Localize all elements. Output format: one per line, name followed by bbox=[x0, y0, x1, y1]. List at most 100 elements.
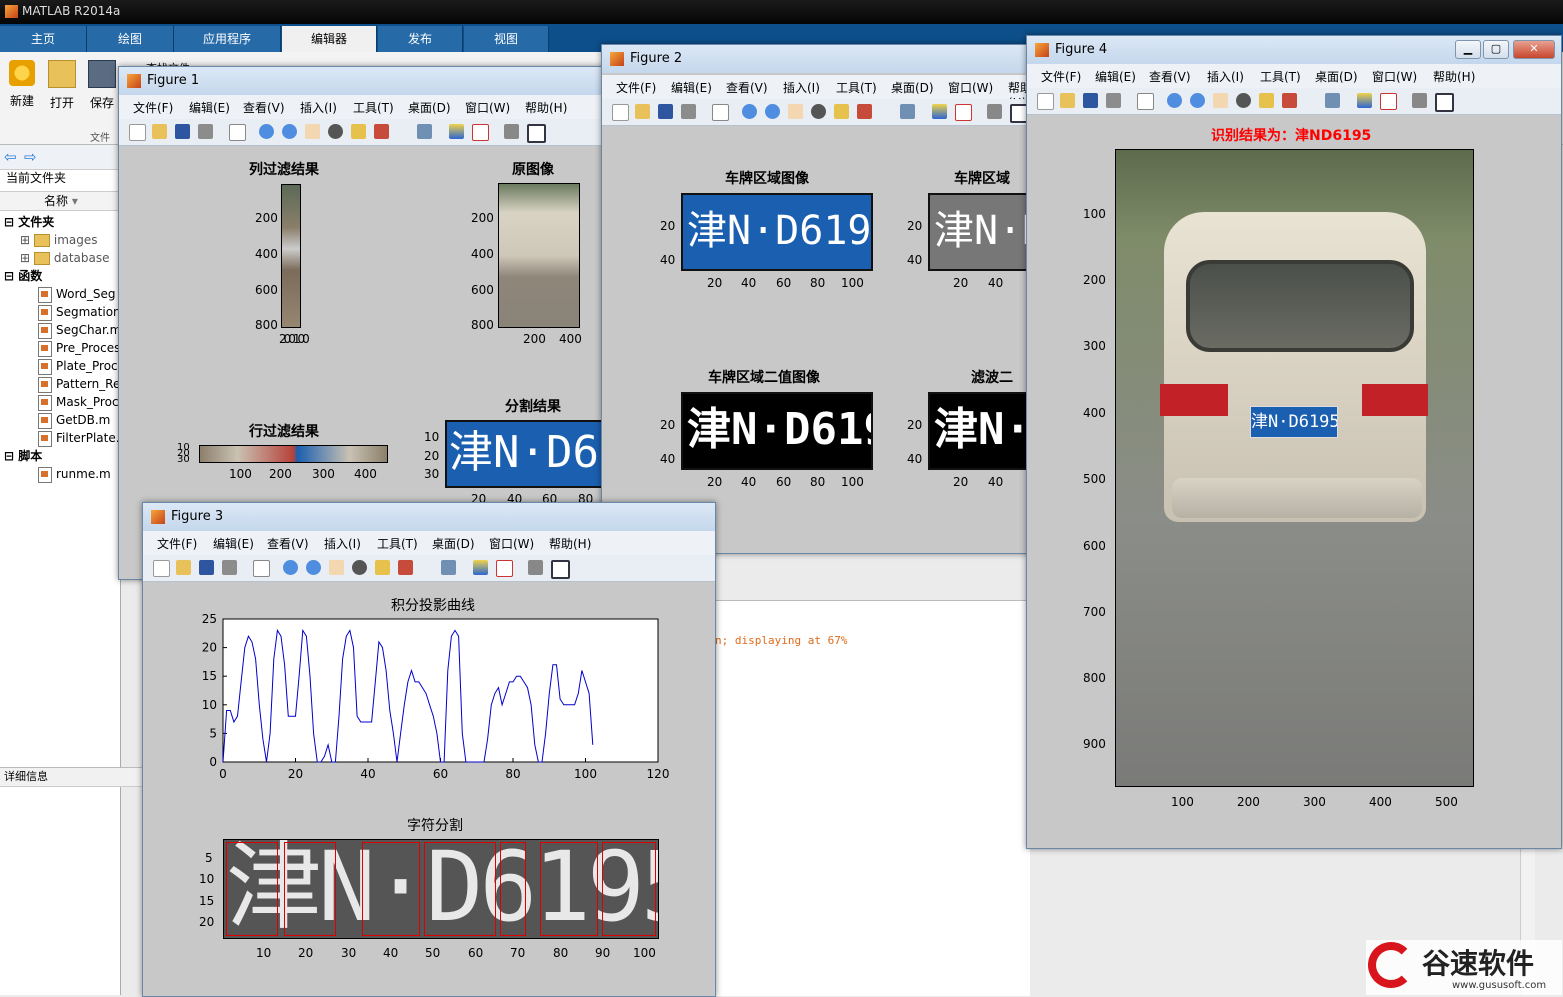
hide-tools-icon[interactable] bbox=[504, 124, 519, 139]
data-cursor-icon[interactable] bbox=[375, 560, 390, 575]
plate-binary-image[interactable]: 津N·D6195 bbox=[681, 392, 873, 470]
colorbar-icon[interactable] bbox=[1357, 93, 1372, 108]
open-file-icon[interactable] bbox=[152, 124, 167, 139]
menu-window[interactable]: 窗口(W) bbox=[948, 79, 993, 96]
show-tools-icon[interactable] bbox=[1435, 93, 1454, 112]
print-icon[interactable] bbox=[222, 560, 237, 575]
legend-icon[interactable] bbox=[496, 560, 513, 577]
print-icon[interactable] bbox=[681, 104, 696, 119]
menu-view[interactable]: 查看(V) bbox=[267, 535, 309, 552]
data-cursor-icon[interactable] bbox=[1259, 93, 1274, 108]
tab-home[interactable]: 主页 bbox=[0, 26, 87, 52]
menu-help[interactable]: 帮助(H) bbox=[525, 99, 567, 116]
menu-window[interactable]: 窗口(W) bbox=[465, 99, 510, 116]
zoom-in-icon[interactable] bbox=[259, 124, 274, 139]
command-window[interactable]: n; displaying at 67% bbox=[700, 600, 1030, 996]
menu-insert[interactable]: 插入(I) bbox=[324, 535, 361, 552]
zoom-in-icon[interactable] bbox=[742, 104, 757, 119]
maximize-button[interactable]: ▢ bbox=[1483, 40, 1509, 59]
function-file-item[interactable]: Mask_Proc bbox=[38, 393, 119, 411]
pan-hand-icon[interactable] bbox=[1213, 93, 1228, 108]
rotate-3d-icon[interactable] bbox=[1236, 93, 1251, 108]
folders-header[interactable]: ⊟ 文件夹 bbox=[4, 213, 54, 231]
hide-tools-icon[interactable] bbox=[528, 560, 543, 575]
name-column-header[interactable]: 名称 ▾ bbox=[0, 191, 120, 211]
function-file-item[interactable]: FilterPlate. bbox=[38, 429, 120, 447]
figure-titlebar[interactable]: Figure 4 ▁ ▢ ✕ bbox=[1027, 36, 1561, 64]
new-figure-icon[interactable] bbox=[612, 104, 629, 121]
menu-insert[interactable]: 插入(I) bbox=[783, 79, 820, 96]
brush-icon[interactable] bbox=[1282, 93, 1297, 108]
menu-desktop[interactable]: 桌面(D) bbox=[408, 99, 451, 116]
open-file-icon[interactable] bbox=[176, 560, 191, 575]
zoom-in-icon[interactable] bbox=[283, 560, 298, 575]
open-button[interactable]: 打开 bbox=[42, 60, 82, 111]
new-figure-icon[interactable] bbox=[1037, 93, 1054, 110]
colorbar-icon[interactable] bbox=[932, 104, 947, 119]
legend-icon[interactable] bbox=[955, 104, 972, 121]
menu-view[interactable]: 查看(V) bbox=[1149, 68, 1191, 85]
menu-edit[interactable]: 编辑(E) bbox=[1095, 68, 1136, 85]
data-cursor-icon[interactable] bbox=[351, 124, 366, 139]
tab-view[interactable]: 视图 bbox=[464, 26, 549, 52]
brush-icon[interactable] bbox=[857, 104, 872, 119]
forward-arrow-icon[interactable]: ⇨ bbox=[24, 148, 37, 166]
menu-edit[interactable]: 编辑(E) bbox=[213, 535, 254, 552]
car-photo[interactable]: 津N·D6195 bbox=[1115, 149, 1474, 787]
link-plot-icon[interactable] bbox=[1325, 93, 1340, 108]
menu-tools[interactable]: 工具(T) bbox=[377, 535, 418, 552]
menu-file[interactable]: 文件(F) bbox=[1041, 68, 1081, 85]
show-tools-icon[interactable] bbox=[527, 124, 546, 143]
brush-icon[interactable] bbox=[374, 124, 389, 139]
colorbar-icon[interactable] bbox=[449, 124, 464, 139]
new-button[interactable]: 新建 bbox=[2, 60, 42, 109]
legend-icon[interactable] bbox=[472, 124, 489, 141]
data-cursor-icon[interactable] bbox=[834, 104, 849, 119]
link-plot-icon[interactable] bbox=[900, 104, 915, 119]
pan-hand-icon[interactable] bbox=[329, 560, 344, 575]
back-arrow-icon[interactable]: ⇦ bbox=[4, 148, 17, 166]
menu-desktop[interactable]: 桌面(D) bbox=[432, 535, 475, 552]
menu-desktop[interactable]: 桌面(D) bbox=[891, 79, 934, 96]
figure-4-window[interactable]: Figure 4 ▁ ▢ ✕ 文件(F) 编辑(E) 查看(V) 插入(I) 工… bbox=[1026, 35, 1562, 849]
menu-window[interactable]: 窗口(W) bbox=[1372, 68, 1417, 85]
scripts-header[interactable]: ⊟ 脚本 bbox=[4, 447, 42, 465]
zoom-in-icon[interactable] bbox=[1167, 93, 1182, 108]
pan-hand-icon[interactable] bbox=[305, 124, 320, 139]
figure-3-window[interactable]: Figure 3 文件(F) 编辑(E) 查看(V) 插入(I) 工具(T) 桌… bbox=[142, 502, 716, 997]
menu-file[interactable]: 文件(F) bbox=[133, 99, 173, 116]
print-icon[interactable] bbox=[198, 124, 213, 139]
save-figure-icon[interactable] bbox=[175, 124, 190, 139]
folder-item-database[interactable]: ⊞ database bbox=[20, 249, 110, 267]
function-file-item[interactable]: Pre_Proces bbox=[38, 339, 120, 357]
menu-file[interactable]: 文件(F) bbox=[157, 535, 197, 552]
menu-tools[interactable]: 工具(T) bbox=[1260, 68, 1301, 85]
print-icon[interactable] bbox=[1106, 93, 1121, 108]
functions-header[interactable]: ⊟ 函数 bbox=[4, 267, 42, 285]
save-figure-icon[interactable] bbox=[658, 104, 673, 119]
menu-tools[interactable]: 工具(T) bbox=[353, 99, 394, 116]
rotate-3d-icon[interactable] bbox=[811, 104, 826, 119]
menu-window[interactable]: 窗口(W) bbox=[489, 535, 534, 552]
zoom-out-icon[interactable] bbox=[306, 560, 321, 575]
pointer-icon[interactable] bbox=[1137, 93, 1154, 110]
menu-edit[interactable]: 编辑(E) bbox=[671, 79, 712, 96]
function-file-item[interactable]: Pattern_Re bbox=[38, 375, 120, 393]
zoom-out-icon[interactable] bbox=[765, 104, 780, 119]
menu-edit[interactable]: 编辑(E) bbox=[189, 99, 230, 116]
char-seg-image[interactable]: 津N·D6195 bbox=[223, 839, 659, 939]
pan-hand-icon[interactable] bbox=[788, 104, 803, 119]
function-file-item[interactable]: Word_Seg bbox=[38, 285, 115, 303]
script-file-item[interactable]: runme.m bbox=[38, 465, 111, 483]
tab-plots[interactable]: 绘图 bbox=[87, 26, 174, 52]
hide-tools-icon[interactable] bbox=[987, 104, 1002, 119]
save-figure-icon[interactable] bbox=[199, 560, 214, 575]
menu-help[interactable]: 帮助(H) bbox=[1433, 68, 1475, 85]
menu-insert[interactable]: 插入(I) bbox=[1207, 68, 1244, 85]
close-button[interactable]: ✕ bbox=[1513, 40, 1555, 59]
function-file-item[interactable]: GetDB.m bbox=[38, 411, 110, 429]
plate-region-gray-image[interactable]: 津N·D6 bbox=[928, 193, 1032, 271]
new-figure-icon[interactable] bbox=[129, 124, 146, 141]
original-image[interactable] bbox=[498, 183, 580, 328]
plate-region-image[interactable]: 津N·D6195 bbox=[681, 193, 873, 271]
